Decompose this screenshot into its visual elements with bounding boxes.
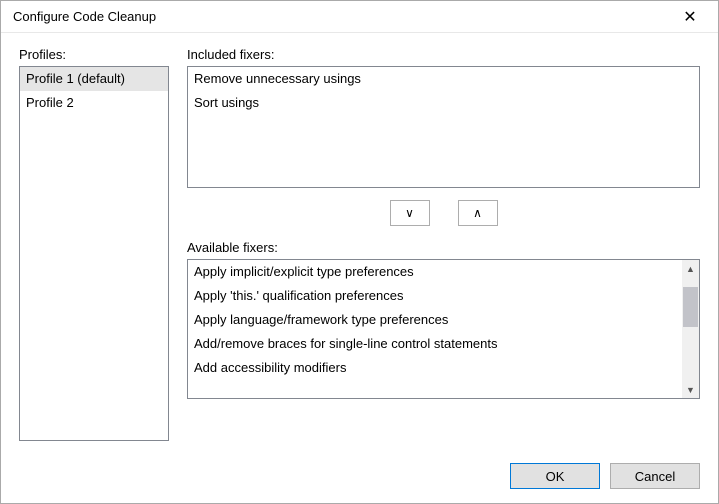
list-item[interactable]: Apply implicit/explicit type preferences <box>188 260 682 284</box>
dialog-window: Configure Code Cleanup ✕ Profiles: Profi… <box>0 0 719 504</box>
available-label: Available fixers: <box>187 240 700 255</box>
list-item[interactable]: Sort usings <box>188 91 699 115</box>
scrollbar-track[interactable] <box>682 277 699 381</box>
titlebar: Configure Code Cleanup ✕ <box>1 1 718 33</box>
move-up-button[interactable]: ∧ <box>458 200 498 226</box>
profiles-label: Profiles: <box>19 47 169 62</box>
move-down-button[interactable]: ∨ <box>390 200 430 226</box>
dialog-footer: OK Cancel <box>1 451 718 503</box>
profiles-listbox[interactable]: Profile 1 (default) Profile 2 <box>19 66 169 441</box>
move-buttons-row: ∨ ∧ <box>187 188 700 240</box>
scrollbar-thumb[interactable] <box>683 287 698 327</box>
dialog-content: Profiles: Profile 1 (default) Profile 2 … <box>1 33 718 451</box>
available-items: Apply implicit/explicit type preferences… <box>188 260 682 398</box>
list-item[interactable]: Apply 'this.' qualification preferences <box>188 284 682 308</box>
list-item[interactable]: Remove unnecessary usings <box>188 67 699 91</box>
included-label: Included fixers: <box>187 47 700 62</box>
list-item[interactable]: Add accessibility modifiers <box>188 356 682 380</box>
available-listbox[interactable]: Apply implicit/explicit type preferences… <box>187 259 700 399</box>
chevron-down-icon: ∨ <box>405 206 414 220</box>
upper-panes: Profiles: Profile 1 (default) Profile 2 … <box>19 47 700 441</box>
close-icon[interactable]: ✕ <box>670 2 710 32</box>
included-listbox[interactable]: Remove unnecessary usings Sort usings <box>187 66 700 188</box>
fixers-column: Included fixers: Remove unnecessary usin… <box>187 47 700 441</box>
scroll-down-icon[interactable]: ▼ <box>682 381 699 398</box>
dialog-title: Configure Code Cleanup <box>13 9 670 24</box>
profiles-column: Profiles: Profile 1 (default) Profile 2 <box>19 47 169 441</box>
list-item[interactable]: Profile 1 (default) <box>20 67 168 91</box>
ok-button[interactable]: OK <box>510 463 600 489</box>
scroll-up-icon[interactable]: ▲ <box>682 260 699 277</box>
list-item[interactable]: Apply language/framework type preference… <box>188 308 682 332</box>
scrollbar[interactable]: ▲ ▼ <box>682 260 699 398</box>
cancel-button[interactable]: Cancel <box>610 463 700 489</box>
chevron-up-icon: ∧ <box>473 206 482 220</box>
list-item[interactable]: Profile 2 <box>20 91 168 115</box>
list-item[interactable]: Add/remove braces for single-line contro… <box>188 332 682 356</box>
